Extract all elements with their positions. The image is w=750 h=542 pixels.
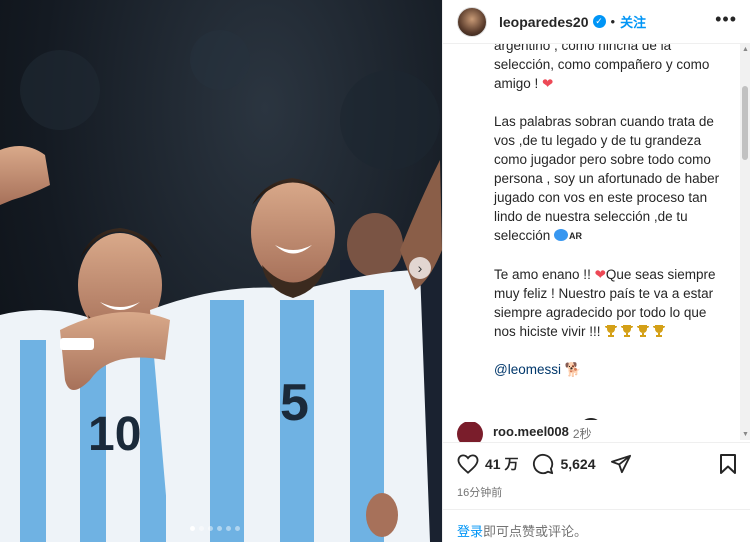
caption-paragraph: Las palabras sobran cuando trata de vos … xyxy=(494,114,720,243)
login-prompt-text: 即可点赞或评论。 xyxy=(483,524,588,539)
heart-icon xyxy=(457,454,479,474)
comment-time: 2秒 xyxy=(572,427,592,441)
follow-button[interactable]: 关注 xyxy=(620,12,646,31)
comment-username[interactable]: roo.meel008 xyxy=(493,424,569,439)
caption-paragraph: @leomessi 🐕 xyxy=(494,360,726,379)
scroll-up-icon[interactable]: ▲ xyxy=(742,46,749,53)
like-button[interactable]: 41 万 xyxy=(457,454,518,474)
caption-paragraph: Te amo enano !! ❤Que seas siempre muy fe… xyxy=(494,267,716,339)
carousel-dots xyxy=(190,526,240,531)
mention-link[interactable]: @leomessi xyxy=(494,362,561,377)
trophy-icon xyxy=(653,325,666,337)
carousel-dot xyxy=(217,526,222,531)
carousel-dot xyxy=(208,526,213,531)
heart-emoji-icon: ❤ xyxy=(542,76,554,91)
share-icon xyxy=(610,454,631,474)
carousel-dot xyxy=(226,526,231,531)
next-arrow-icon: › xyxy=(417,260,423,276)
svg-text:10: 10 xyxy=(88,408,141,461)
comment-item: roo.meel008 2秒 xyxy=(457,422,737,442)
dog-icon: 🐕 xyxy=(564,362,582,377)
trophy-icon xyxy=(637,325,650,337)
post-time: 16分钟前 xyxy=(457,487,503,499)
login-prompt: 登录即可点赞或评论。 xyxy=(443,509,750,542)
carousel-next-button[interactable]: › xyxy=(409,257,431,279)
comment-icon xyxy=(533,453,554,475)
carousel-dot xyxy=(199,526,204,531)
caption-paragraph: argentino , como hincha de la selección,… xyxy=(494,44,710,91)
caption-text: argentino , como hincha de la selección,… xyxy=(494,44,726,398)
load-more-comments-button[interactable]: + xyxy=(579,418,603,420)
login-link[interactable]: 登录 xyxy=(457,524,483,539)
post-side-panel: leoparedes20 ✓ • 关注 ••• argentino , como… xyxy=(442,0,750,542)
verified-icon: ✓ xyxy=(592,15,606,28)
trophy-icon xyxy=(605,325,618,337)
save-button[interactable] xyxy=(719,454,737,479)
post-header: leoparedes20 ✓ • 关注 ••• xyxy=(443,0,750,44)
more-icon[interactable]: ••• xyxy=(715,10,737,28)
like-count: 41 万 xyxy=(485,456,519,472)
scroll-thumb[interactable] xyxy=(742,86,748,160)
flag-icon xyxy=(554,229,569,241)
avatar[interactable] xyxy=(457,422,483,442)
separator-dot: • xyxy=(610,14,616,29)
svg-text:5: 5 xyxy=(280,374,309,432)
bookmark-icon xyxy=(720,454,736,474)
caption-area: argentino , como hincha de la selección,… xyxy=(443,44,741,420)
username-link[interactable]: leoparedes20 xyxy=(499,14,589,30)
comment-button[interactable]: 5,624 xyxy=(532,453,596,475)
scroll-down-icon[interactable]: ▼ xyxy=(742,431,749,438)
carousel-dot xyxy=(190,526,195,531)
avatar[interactable] xyxy=(457,6,487,37)
heart-emoji-icon: ❤ xyxy=(594,267,606,282)
post-actions: 41 万 5,624 16分钟前 登录即可点赞或评论。 xyxy=(443,442,750,542)
photo-illustration: 10 5 xyxy=(0,30,442,542)
share-button[interactable] xyxy=(610,454,632,474)
trophy-icon xyxy=(621,325,634,337)
post-photo: 10 5 › xyxy=(0,0,442,542)
carousel-dot xyxy=(235,526,240,531)
comment-count: 5,624 xyxy=(560,456,596,472)
scrollbar[interactable]: ▲ ▼ xyxy=(740,44,750,440)
